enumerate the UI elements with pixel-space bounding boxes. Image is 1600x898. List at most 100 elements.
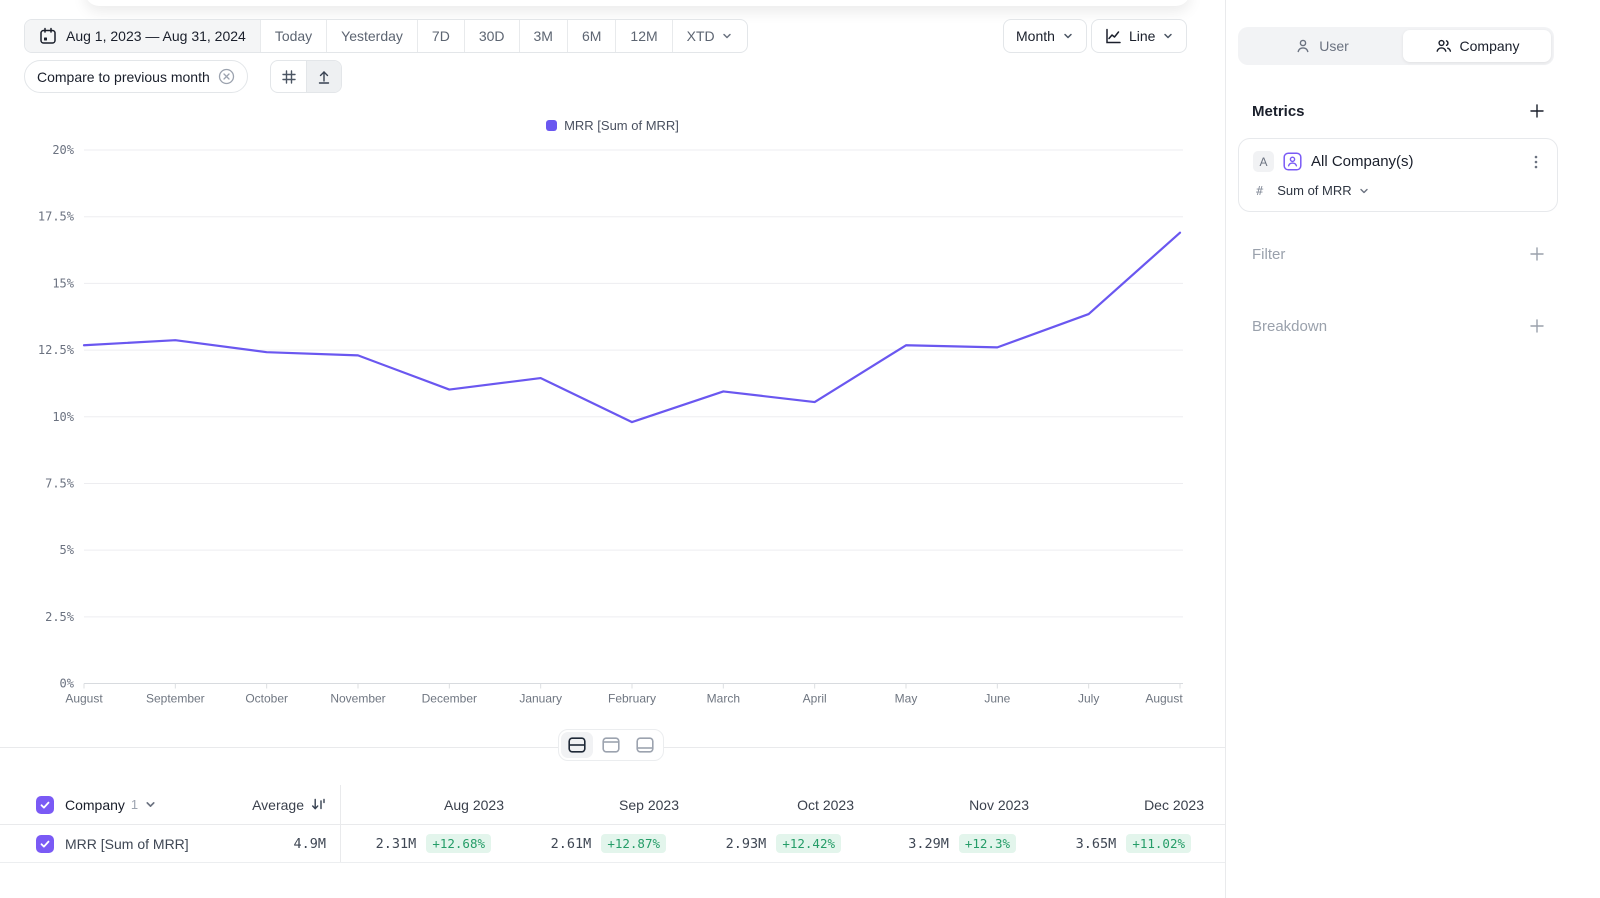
column-header[interactable]: Oct 2023 (691, 785, 866, 824)
svg-text:December: December (422, 692, 477, 706)
delta-badge: +11.02% (1126, 834, 1191, 853)
check-icon (39, 838, 51, 850)
preset-today[interactable]: Today (260, 20, 326, 52)
compare-chip[interactable]: Compare to previous month (24, 60, 248, 93)
company-metric-icon (1283, 152, 1302, 171)
date-range-picker[interactable]: Aug 1, 2023 — Aug 31, 2024 (25, 20, 260, 52)
svg-text:12.5%: 12.5% (38, 343, 75, 357)
column-header[interactable]: Dec 2023 (1041, 785, 1216, 824)
svg-text:July: July (1078, 692, 1099, 706)
table-row[interactable]: MRR [Sum of MRR] 4.9M 2.31M +12.68% 2.61… (0, 825, 1225, 863)
analytics-main: Aug 1, 2023 — Aug 31, 2024 Today Yesterd… (0, 0, 1225, 898)
entity-header: Company (65, 797, 125, 813)
column-header[interactable]: Nov 2023 (866, 785, 1041, 824)
breakdown-title: Breakdown (1252, 318, 1327, 335)
sort-descending-icon (311, 797, 326, 812)
plus-icon (1528, 102, 1546, 120)
card-above-edge (85, 0, 1190, 6)
svg-text:August: August (65, 692, 103, 706)
user-icon (1295, 38, 1311, 54)
filter-title: Filter (1252, 246, 1285, 263)
add-breakdown-button[interactable] (1528, 317, 1546, 335)
metric-kebab-menu[interactable] (1529, 154, 1543, 170)
check-icon (39, 799, 51, 811)
table-only-view-button[interactable] (629, 732, 661, 758)
svg-text:20%: 20% (52, 143, 74, 157)
add-metric-button[interactable] (1528, 102, 1546, 120)
row-checkbox[interactable] (36, 835, 54, 853)
metric-card[interactable]: A All Company(s) # Sum of MRR (1238, 138, 1558, 212)
delta-badge: +12.3% (959, 834, 1016, 853)
arrow-up-from-line-icon (316, 69, 332, 85)
entity-count: 1 (131, 797, 138, 812)
svg-text:0%: 0% (60, 677, 75, 691)
svg-text:February: February (608, 692, 656, 706)
svg-text:March: March (707, 692, 740, 706)
preset-xtd-dropdown[interactable]: XTD (672, 20, 747, 52)
delta-badge: +12.87% (601, 834, 666, 853)
svg-text:15%: 15% (52, 276, 74, 290)
table-cell: 3.65M +11.02% (1041, 825, 1216, 862)
svg-text:10%: 10% (52, 410, 74, 424)
table-cell: 2.61M +12.87% (516, 825, 691, 862)
filter-section-header: Filter (1252, 245, 1546, 263)
chevron-down-icon (1162, 30, 1174, 42)
kebab-icon (1529, 154, 1543, 170)
split-view-icon (568, 737, 586, 753)
tab-user[interactable]: User (1241, 30, 1403, 62)
legend-swatch (546, 120, 557, 131)
entity-tabs: User Company (1238, 27, 1554, 65)
preset-3m[interactable]: 3M (519, 20, 567, 52)
preset-6m[interactable]: 6M (567, 20, 615, 52)
tab-company[interactable]: Company (1403, 30, 1551, 62)
svg-text:June: June (984, 692, 1010, 706)
chevron-down-icon (1358, 185, 1370, 197)
split-view-button[interactable] (561, 732, 593, 758)
row-metric-label: MRR [Sum of MRR] (65, 836, 189, 852)
table-cell: 3.29M +12.3% (866, 825, 1041, 862)
chart-option-toggles (270, 60, 342, 93)
chevron-down-icon (721, 30, 733, 42)
config-sidebar: User Company Metrics A (1225, 0, 1600, 898)
panel-layout-toggles (558, 729, 664, 761)
svg-text:September: September (146, 692, 205, 706)
delta-badge: +12.42% (776, 834, 841, 853)
aggregation-label: Sum of MRR (1277, 183, 1351, 198)
grid-toggle-button[interactable] (271, 61, 306, 92)
chart-only-view-button[interactable] (595, 732, 627, 758)
chart-legend: MRR [Sum of MRR] (0, 118, 1225, 133)
column-header[interactable]: Aug 2023 (341, 785, 516, 824)
metrics-section-header: Metrics (1252, 102, 1546, 120)
add-filter-button[interactable] (1528, 245, 1546, 263)
compare-arrow-toggle-button[interactable] (306, 61, 341, 92)
calendar-icon (39, 27, 57, 45)
row-average-value: 4.9M (293, 836, 340, 852)
remove-compare-icon[interactable] (218, 68, 235, 85)
legend-label: MRR [Sum of MRR] (564, 118, 679, 133)
line-chart-icon (1104, 27, 1122, 45)
numeric-property-icon: # (1256, 184, 1263, 198)
average-sort-header[interactable]: Average (252, 797, 340, 813)
column-header[interactable]: Sep 2023 (516, 785, 691, 824)
preset-12m[interactable]: 12M (615, 20, 671, 52)
granularity-dropdown[interactable]: Month (1003, 19, 1087, 53)
metric-letter-badge: A (1253, 151, 1274, 172)
plus-icon (1528, 317, 1546, 335)
select-all-checkbox[interactable] (36, 796, 54, 814)
delta-badge: +12.68% (426, 834, 491, 853)
svg-text:2.5%: 2.5% (45, 610, 75, 624)
table-cell: 2.31M +12.68% (341, 825, 516, 862)
table-header-row: Company 1 Average Aug 2023 Sep 2023 (0, 785, 1225, 825)
preset-yesterday[interactable]: Yesterday (326, 20, 417, 52)
chevron-down-icon[interactable] (144, 798, 157, 811)
chart-type-dropdown[interactable]: Line (1091, 19, 1187, 53)
date-range-label: Aug 1, 2023 — Aug 31, 2024 (66, 28, 246, 44)
svg-text:May: May (895, 692, 918, 706)
company-users-icon (1435, 38, 1452, 54)
mrr-line-chart[interactable]: 0%2.5%5%7.5%10%12.5%15%17.5%20%AugustSep… (0, 135, 1225, 705)
aggregation-selector[interactable]: # Sum of MRR (1256, 183, 1370, 198)
preset-30d[interactable]: 30D (464, 20, 519, 52)
svg-text:January: January (519, 692, 562, 706)
preset-7d[interactable]: 7D (417, 20, 464, 52)
metrics-title: Metrics (1252, 103, 1305, 120)
